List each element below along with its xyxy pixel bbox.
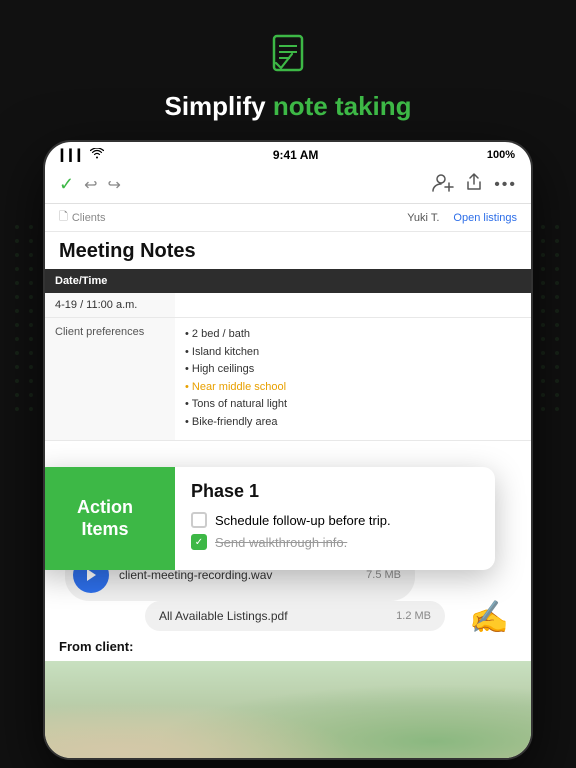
checkbox-2[interactable]: ✓ — [191, 534, 207, 550]
preferences-row: Client preferences • 2 bed / bath • Isla… — [45, 318, 531, 441]
user-add-icon[interactable] — [432, 172, 454, 197]
audio-filename: client-meeting-recording.wav — [119, 568, 356, 582]
status-battery: 100% — [487, 149, 515, 161]
page-title: Meeting Notes — [59, 240, 517, 263]
audio-filesize: 7.5 MB — [366, 569, 401, 581]
task-2: ✓ Send walkthrough info. — [191, 534, 479, 550]
pdf-file-row[interactable]: All Available Listings.pdf 1.2 MB — [145, 601, 445, 631]
signal-icon: ▎▎▎ — [61, 149, 86, 162]
page-title-bar: Meeting Notes — [45, 232, 531, 269]
app-icon — [268, 32, 308, 81]
table-header: Date/Time — [45, 269, 531, 293]
user-name: Yuki T. — [407, 212, 439, 224]
device-frame: ▎▎▎ 9:41 AM 100% ✓ ↩ ↪ — [43, 140, 533, 760]
pdf-icon: ✍ — [467, 594, 511, 638]
more-icon[interactable]: ••• — [494, 176, 517, 194]
hero-section: Simplify note taking — [0, 0, 576, 122]
pref-item: • High ceilings — [185, 361, 521, 379]
undo-icon[interactable]: ↩ — [84, 175, 97, 195]
prefs-label: Client preferences — [45, 318, 175, 440]
check-icon[interactable]: ✓ — [59, 174, 74, 195]
breadcrumb: 🗋 Clients — [59, 208, 105, 227]
toolbar-left: ✓ ↩ ↪ — [59, 174, 121, 195]
pref-item: • Bike-friendly area — [185, 414, 521, 432]
phase-title: Phase 1 — [191, 481, 479, 502]
breadcrumb-bar: 🗋 Clients Yuki T. Open listings — [45, 204, 531, 232]
table-row: 4-19 / 11:00 a.m. — [45, 293, 531, 318]
col-header-date: Date/Time — [45, 269, 175, 293]
screen-content: Meeting Notes Date/Time 4-19 / 11:00 a.m… — [45, 232, 531, 760]
wifi-icon — [90, 148, 104, 162]
pref-item: • 2 bed / bath — [185, 326, 521, 344]
col-header-value — [175, 269, 531, 293]
status-bar: ▎▎▎ 9:41 AM 100% — [45, 142, 531, 166]
cell-date: 4-19 / 11:00 a.m. — [45, 293, 175, 317]
pref-item: • Island kitchen — [185, 344, 521, 362]
status-time: 9:41 AM — [273, 148, 319, 162]
pref-item: • Tons of natural light — [185, 396, 521, 414]
checkbox-1[interactable] — [191, 512, 207, 528]
pdf-filesize: 1.2 MB — [396, 610, 431, 622]
task-1-text: Schedule follow-up before trip. — [215, 513, 391, 528]
room-image — [45, 661, 531, 760]
action-items-label-box: Action Items — [45, 467, 175, 570]
hero-title: Simplify note taking — [164, 91, 411, 122]
task-1: Schedule follow-up before trip. — [191, 512, 479, 528]
redo-icon[interactable]: ↪ — [108, 175, 121, 195]
svg-text:✍: ✍ — [469, 599, 509, 635]
pdf-filename: All Available Listings.pdf — [159, 609, 288, 623]
toolbar-right: ••• — [432, 172, 517, 197]
action-items-popup: Action Items Phase 1 Schedule follow-up … — [45, 467, 495, 570]
action-items-label-text: Action Items — [51, 497, 159, 540]
status-left: ▎▎▎ — [61, 148, 104, 162]
cell-value — [175, 293, 531, 317]
prefs-list: • 2 bed / bath • Island kitchen • High c… — [175, 318, 531, 440]
pref-item-highlight: • Near middle school — [185, 379, 521, 397]
app-toolbar: ✓ ↩ ↪ ••• — [45, 166, 531, 204]
open-listings-link[interactable]: Open listings — [453, 212, 517, 224]
share-icon[interactable] — [464, 172, 484, 197]
action-items-content: Phase 1 Schedule follow-up before trip. … — [175, 467, 495, 570]
task-2-text: Send walkthrough info. — [215, 535, 347, 550]
breadcrumb-actions: Yuki T. Open listings — [407, 212, 517, 224]
from-client-label: From client: — [59, 637, 133, 656]
